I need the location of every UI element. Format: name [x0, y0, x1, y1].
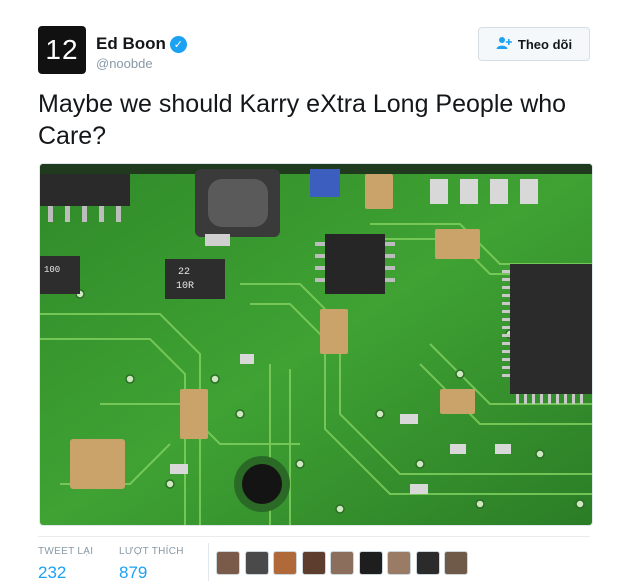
verified-badge-icon: ✓	[169, 35, 187, 53]
follow-button-label: Theo dõi	[517, 36, 573, 52]
likes-label: LƯỢT THÍCH	[119, 546, 184, 557]
likes-stat[interactable]: LƯỢT THÍCH 879	[119, 546, 184, 583]
tweet-stats: TWEET LẠI 232 LƯỢT THÍCH 879	[38, 536, 590, 587]
tweet-card: 12 Ed Boon ✓ @noobde Theo dõi Maybe we s…	[0, 0, 630, 587]
liker-avatar[interactable]	[301, 551, 326, 575]
liker-avatar[interactable]	[273, 551, 297, 575]
author-name-row: Ed Boon ✓	[96, 34, 187, 54]
chip-label-100: 100	[44, 265, 60, 275]
liker-avatars	[216, 551, 473, 575]
likes-count: 879	[119, 563, 148, 582]
tweet-media-image[interactable]: 22 10R 100	[39, 163, 593, 526]
chip-label-10r: 10R	[176, 281, 194, 292]
retweets-label: TWEET LẠI	[38, 546, 94, 557]
add-user-icon	[496, 36, 512, 53]
follow-button[interactable]: Theo dõi	[478, 27, 590, 61]
stats-divider	[208, 543, 209, 581]
author-display-name[interactable]: Ed Boon	[96, 34, 166, 54]
retweets-count: 232	[38, 563, 67, 582]
avatar[interactable]: 12	[38, 26, 86, 74]
retweets-stat[interactable]: TWEET LẠI 232	[38, 546, 93, 583]
liker-avatar[interactable]	[330, 551, 354, 575]
liker-avatar[interactable]	[244, 551, 269, 575]
author-handle[interactable]: @noobde	[96, 56, 153, 71]
avatar-text: 12	[45, 34, 79, 65]
liker-avatar[interactable]	[216, 551, 240, 575]
tweet-text: Maybe we should Karry eXtra Long People …	[38, 90, 567, 150]
circuit-board-photo: 22 10R 100	[40, 164, 592, 525]
liker-avatar[interactable]	[444, 551, 468, 575]
liker-avatar[interactable]	[358, 551, 383, 575]
liker-avatar[interactable]	[415, 551, 440, 575]
chip-label-22: 22	[178, 267, 190, 278]
liker-avatar[interactable]	[387, 551, 411, 575]
